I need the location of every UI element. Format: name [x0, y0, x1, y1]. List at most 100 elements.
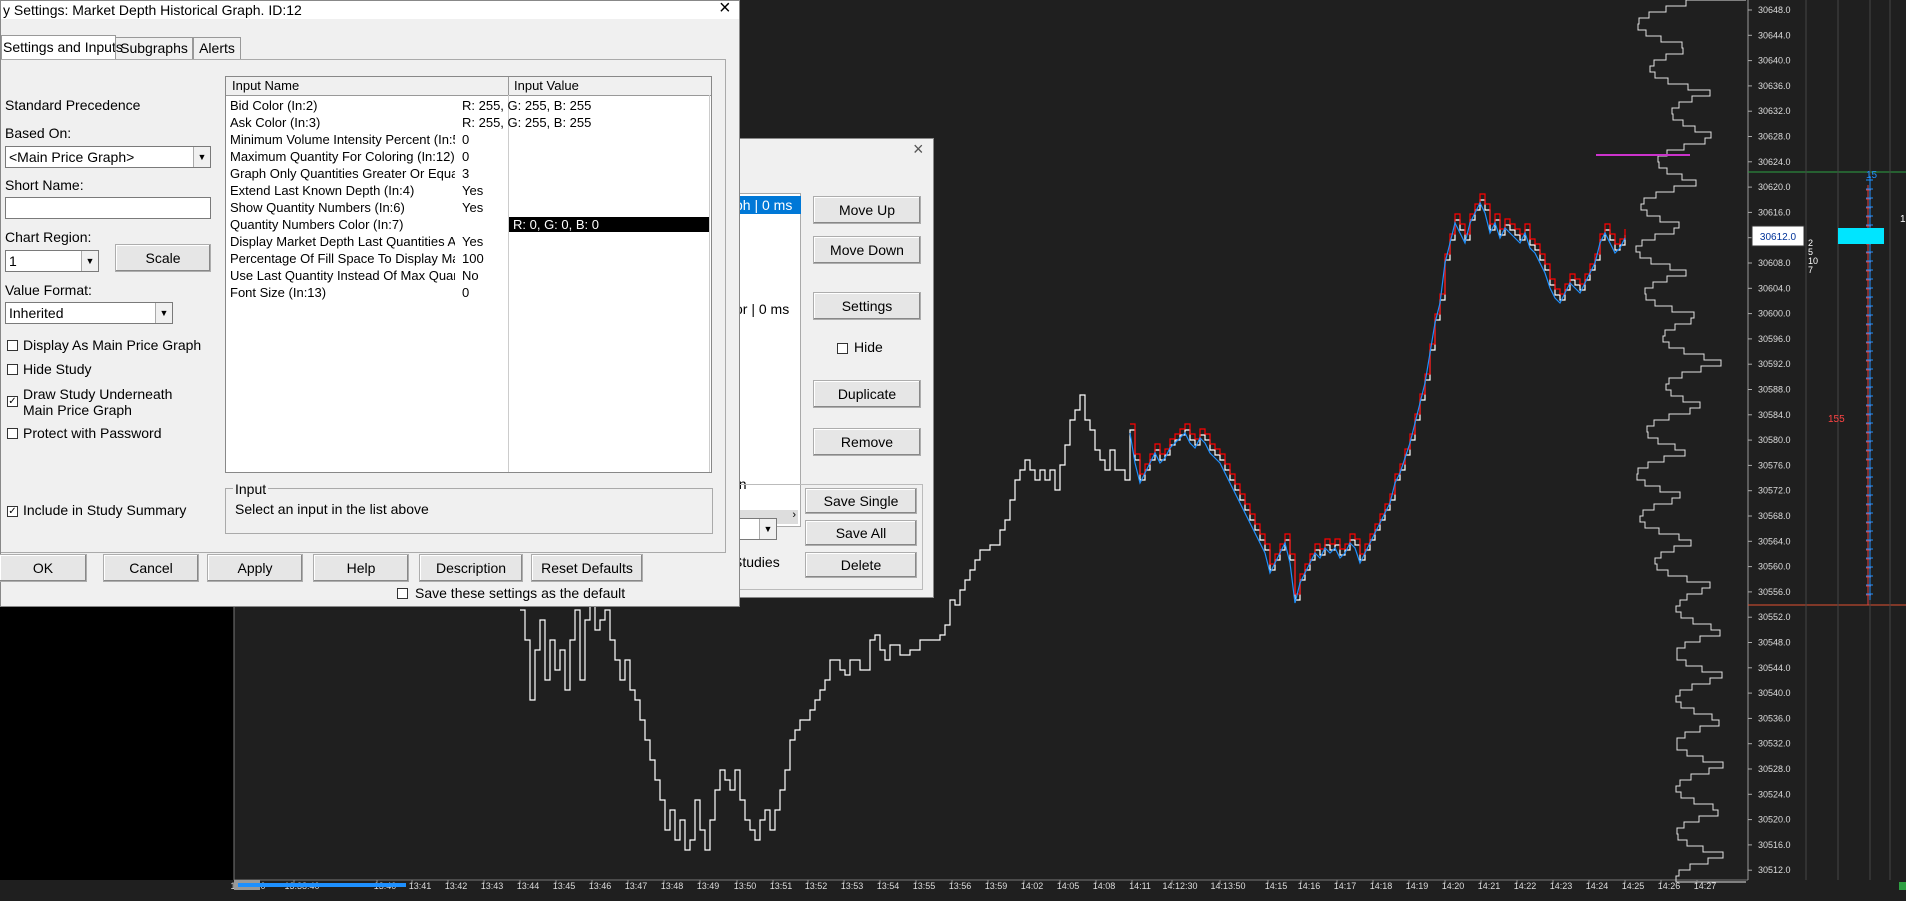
table-row[interactable]: Extend Last Known Depth (In:4) Yes	[226, 182, 711, 199]
include-summary-checkbox[interactable]: ✓	[7, 506, 18, 517]
dialog-titlebar: y Settings: Market Depth Historical Grap…	[1, 0, 739, 20]
current-price-label: 30612.0	[1760, 232, 1797, 243]
reset-defaults-button[interactable]: Reset Defaults	[531, 554, 643, 582]
chart-region-select[interactable]: 1 ▼	[5, 250, 99, 272]
input-value-cell[interactable]: R: 255, G: 255, B: 255	[462, 115, 591, 130]
short-name-input[interactable]	[5, 197, 211, 219]
standard-precedence-label: Standard Precedence	[5, 97, 141, 113]
time-tick-label: 14:05	[1057, 881, 1080, 891]
table-row[interactable]: Bid Color (In:2) R: 255, G: 255, B: 255	[226, 97, 711, 114]
table-row[interactable]: Show Quantity Numbers (In:6) Yes	[226, 199, 711, 216]
time-tick-label: 14:18	[1370, 881, 1393, 891]
price-tick-label: 30592.0	[1758, 359, 1791, 369]
save-all-button[interactable]: Save All	[805, 520, 917, 546]
value-format-select[interactable]: Inherited ▼	[5, 302, 173, 324]
studies-list-item[interactable]: or | 0 ms	[732, 301, 789, 317]
input-hint: Select an input in the list above	[235, 501, 429, 517]
input-value-cell[interactable]: Yes	[462, 200, 483, 215]
hide-checkbox[interactable]	[837, 343, 848, 354]
time-tick-label: 14:02	[1021, 881, 1044, 891]
price-tick-label: 30636.0	[1758, 81, 1791, 91]
ok-button[interactable]: OK	[0, 554, 87, 582]
input-value-cell[interactable]: 0	[462, 132, 469, 147]
price-tick-label: 30520.0	[1758, 815, 1791, 825]
based-on-select[interactable]: <Main Price Graph> ▼	[5, 146, 211, 168]
dialog-title: y Settings: Market Depth Historical Grap…	[3, 2, 302, 18]
price-tick-label: 30644.0	[1758, 30, 1791, 40]
chevron-down-icon[interactable]: ▼	[81, 251, 98, 271]
duplicate-button[interactable]: Duplicate	[813, 380, 921, 408]
price-tick-label: 30588.0	[1758, 385, 1791, 395]
col-input-value[interactable]: Input Value	[514, 78, 579, 93]
move-up-button[interactable]: Move Up	[813, 196, 921, 224]
price-tick-label: 30556.0	[1758, 587, 1791, 597]
table-row[interactable]: Quantity Numbers Color (In:7) R: 0, G: 0,…	[226, 216, 711, 233]
price-tick-label: 30572.0	[1758, 486, 1791, 496]
time-tick-label: 13:42	[445, 881, 468, 891]
delete-button[interactable]: Delete	[805, 552, 917, 578]
table-row[interactable]: Display Market Depth Last Quantities Aft…	[226, 233, 711, 250]
price-tick-label: 30576.0	[1758, 460, 1791, 470]
table-row[interactable]: Ask Color (In:3) R: 255, G: 255, B: 255	[226, 114, 711, 131]
input-value-cell[interactable]: R: 255, G: 255, B: 255	[462, 98, 591, 113]
studies-label: Studies	[733, 554, 780, 570]
chevron-down-icon[interactable]: ▼	[193, 147, 210, 167]
time-tick-label: 14:16	[1298, 881, 1321, 891]
save-default-checkbox[interactable]	[397, 588, 408, 599]
input-value-cell[interactable]: R: 0, G: 0, B: 0	[509, 217, 709, 232]
input-name-cell: Display Market Depth Last Quantities Aft…	[230, 234, 455, 249]
price-tick-label: 30584.0	[1758, 410, 1791, 420]
col-input-name[interactable]: Input Name	[232, 78, 299, 93]
settings-button[interactable]: Settings	[813, 292, 921, 320]
time-tick-label: 14:19	[1406, 881, 1429, 891]
close-icon[interactable]: ×	[913, 139, 924, 160]
protect-password-checkbox[interactable]	[7, 428, 18, 439]
price-tick-label: 30580.0	[1758, 435, 1791, 445]
tab-settings-and-inputs[interactable]: Settings and Inputs	[1, 35, 123, 60]
input-value-cell[interactable]: 3	[462, 166, 469, 181]
chart-region-value: 1	[9, 253, 17, 269]
studies-list-item-selected[interactable]: ph | 0 ms	[732, 196, 801, 214]
tab-label: Settings and Inputs	[3, 39, 123, 55]
input-value-cell[interactable]: 0	[462, 149, 469, 164]
input-value-cell[interactable]: No	[462, 268, 479, 283]
input-value-cell[interactable]: 100	[462, 251, 484, 266]
remove-button[interactable]: Remove	[813, 428, 921, 456]
input-name-cell: Use Last Quantity Instead Of Max Quantit…	[230, 268, 455, 283]
close-icon[interactable]: ×	[719, 0, 731, 20]
apply-button[interactable]: Apply	[207, 554, 303, 582]
input-name-cell: Extend Last Known Depth (In:4)	[230, 183, 415, 198]
scroll-indicator[interactable]	[238, 883, 406, 887]
table-row[interactable]: Font Size (In:13) 0	[226, 284, 711, 301]
price-tick-label: 30540.0	[1758, 688, 1791, 698]
time-tick-label: 13:50	[734, 881, 757, 891]
move-down-button[interactable]: Move Down	[813, 236, 921, 264]
save-single-button[interactable]: Save Single	[805, 488, 917, 514]
input-name-cell: Graph Only Quantities Greater Or Equal T…	[230, 166, 455, 181]
help-button[interactable]: Help	[313, 554, 409, 582]
table-row[interactable]: Graph Only Quantities Greater Or Equal T…	[226, 165, 711, 182]
based-on-value: <Main Price Graph>	[9, 149, 135, 165]
description-button[interactable]: Description	[419, 554, 523, 582]
price-tick-label: 30548.0	[1758, 638, 1791, 648]
chevron-down-icon[interactable]: ▼	[759, 519, 776, 539]
short-name-label: Short Name:	[5, 177, 84, 193]
cancel-button[interactable]: Cancel	[103, 554, 199, 582]
input-value-cell[interactable]: 0	[462, 285, 469, 300]
tab-alerts[interactable]: Alerts	[193, 37, 241, 60]
input-value-cell[interactable]: Yes	[462, 183, 483, 198]
display-main-checkbox[interactable]	[7, 340, 18, 351]
table-row[interactable]: Maximum Quantity For Coloring (In:12) 0	[226, 148, 711, 165]
input-value-cell[interactable]: Yes	[462, 234, 483, 249]
table-row[interactable]: Use Last Quantity Instead Of Max Quantit…	[226, 267, 711, 284]
chevron-down-icon[interactable]: ▼	[155, 303, 172, 323]
inputs-table[interactable]: Input Name Input Value Bid Color (In:2) R…	[225, 76, 712, 473]
save-default-label: Save these settings as the default	[415, 585, 626, 601]
table-row[interactable]: Percentage Of Fill Space To Display Mark…	[226, 250, 711, 267]
table-row[interactable]: Minimum Volume Intensity Percent (In:5) 0	[226, 131, 711, 148]
time-tick-label: 14:17	[1334, 881, 1357, 891]
scale-button[interactable]: Scale	[115, 244, 211, 272]
tab-subgraphs[interactable]: Subgraphs	[115, 37, 193, 60]
hide-study-checkbox[interactable]	[7, 364, 18, 375]
draw-underneath-checkbox[interactable]: ✓	[7, 396, 18, 407]
